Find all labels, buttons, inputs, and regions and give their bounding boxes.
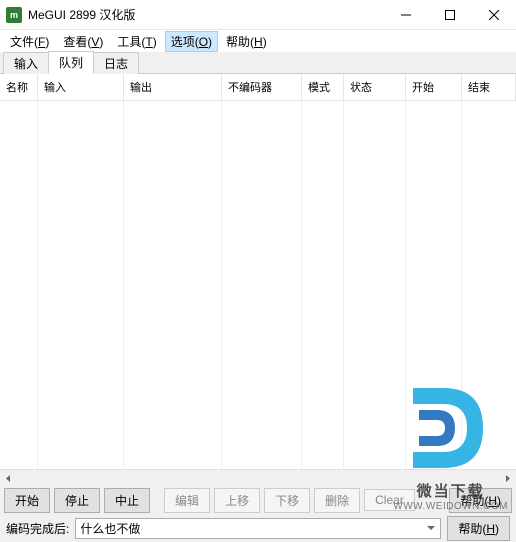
col-header-mode[interactable]: 模式 xyxy=(302,74,344,100)
minimize-button[interactable] xyxy=(384,0,428,29)
menu-file[interactable]: 文件(F) xyxy=(4,31,55,52)
menu-view[interactable]: 查看(V) xyxy=(57,31,109,52)
chevron-down-icon xyxy=(423,524,438,532)
help-button[interactable]: 帮助(H) xyxy=(449,488,512,513)
table-body xyxy=(0,101,516,469)
horizontal-scrollbar[interactable] xyxy=(0,469,516,486)
tab-queue[interactable]: 队列 xyxy=(48,51,94,74)
combo-value: 什么也不做 xyxy=(80,520,140,537)
close-button[interactable] xyxy=(472,0,516,29)
abort-button[interactable]: 中止 xyxy=(104,488,150,513)
window-title: MeGUI 2899 汉化版 xyxy=(28,6,384,23)
scroll-right-icon[interactable] xyxy=(499,471,516,486)
menu-help[interactable]: 帮助(H) xyxy=(220,31,273,52)
down-button[interactable]: 下移 xyxy=(264,488,310,513)
col-header-status[interactable]: 状态 xyxy=(344,74,406,100)
col-header-input[interactable]: 输入 xyxy=(38,74,124,100)
scroll-track[interactable] xyxy=(17,471,499,486)
tab-log[interactable]: 日志 xyxy=(93,52,139,74)
menu-options[interactable]: 选项(O) xyxy=(165,31,218,52)
col-header-start[interactable]: 开始 xyxy=(406,74,462,100)
menu-tools[interactable]: 工具(T) xyxy=(111,31,162,52)
edit-button[interactable]: 编辑 xyxy=(164,488,210,513)
app-icon: m xyxy=(6,7,22,23)
button-bar: 开始 停止 中止 编辑 上移 下移 删除 Clear 帮助(H) xyxy=(0,486,516,514)
col-header-codec[interactable]: 不编码器 xyxy=(222,74,302,100)
col-header-name[interactable]: 名称 xyxy=(0,74,38,100)
col-header-output[interactable]: 输出 xyxy=(124,74,222,100)
stop-button[interactable]: 停止 xyxy=(54,488,100,513)
after-encode-combo[interactable]: 什么也不做 xyxy=(75,518,441,539)
start-button[interactable]: 开始 xyxy=(4,488,50,513)
delete-button[interactable]: 删除 xyxy=(314,488,360,513)
tab-input[interactable]: 输入 xyxy=(3,52,49,74)
tabbar: 输入 队列 日志 xyxy=(0,52,516,74)
up-button[interactable]: 上移 xyxy=(214,488,260,513)
menubar: 文件(F) 查看(V) 工具(T) 选项(O) 帮助(H) xyxy=(0,30,516,52)
clear-button[interactable]: Clear xyxy=(364,489,415,511)
footer-help-button[interactable]: 帮助(H) xyxy=(447,516,510,541)
footer-bar: 编码完成后: 什么也不做 帮助(H) xyxy=(0,514,516,542)
queue-table: 名称 输入 输出 不编码器 模式 状态 开始 结束 xyxy=(0,74,516,469)
col-header-end[interactable]: 结束 xyxy=(462,74,516,100)
scroll-left-icon[interactable] xyxy=(0,471,17,486)
maximize-button[interactable] xyxy=(428,0,472,29)
after-encode-label: 编码完成后: xyxy=(6,520,69,537)
